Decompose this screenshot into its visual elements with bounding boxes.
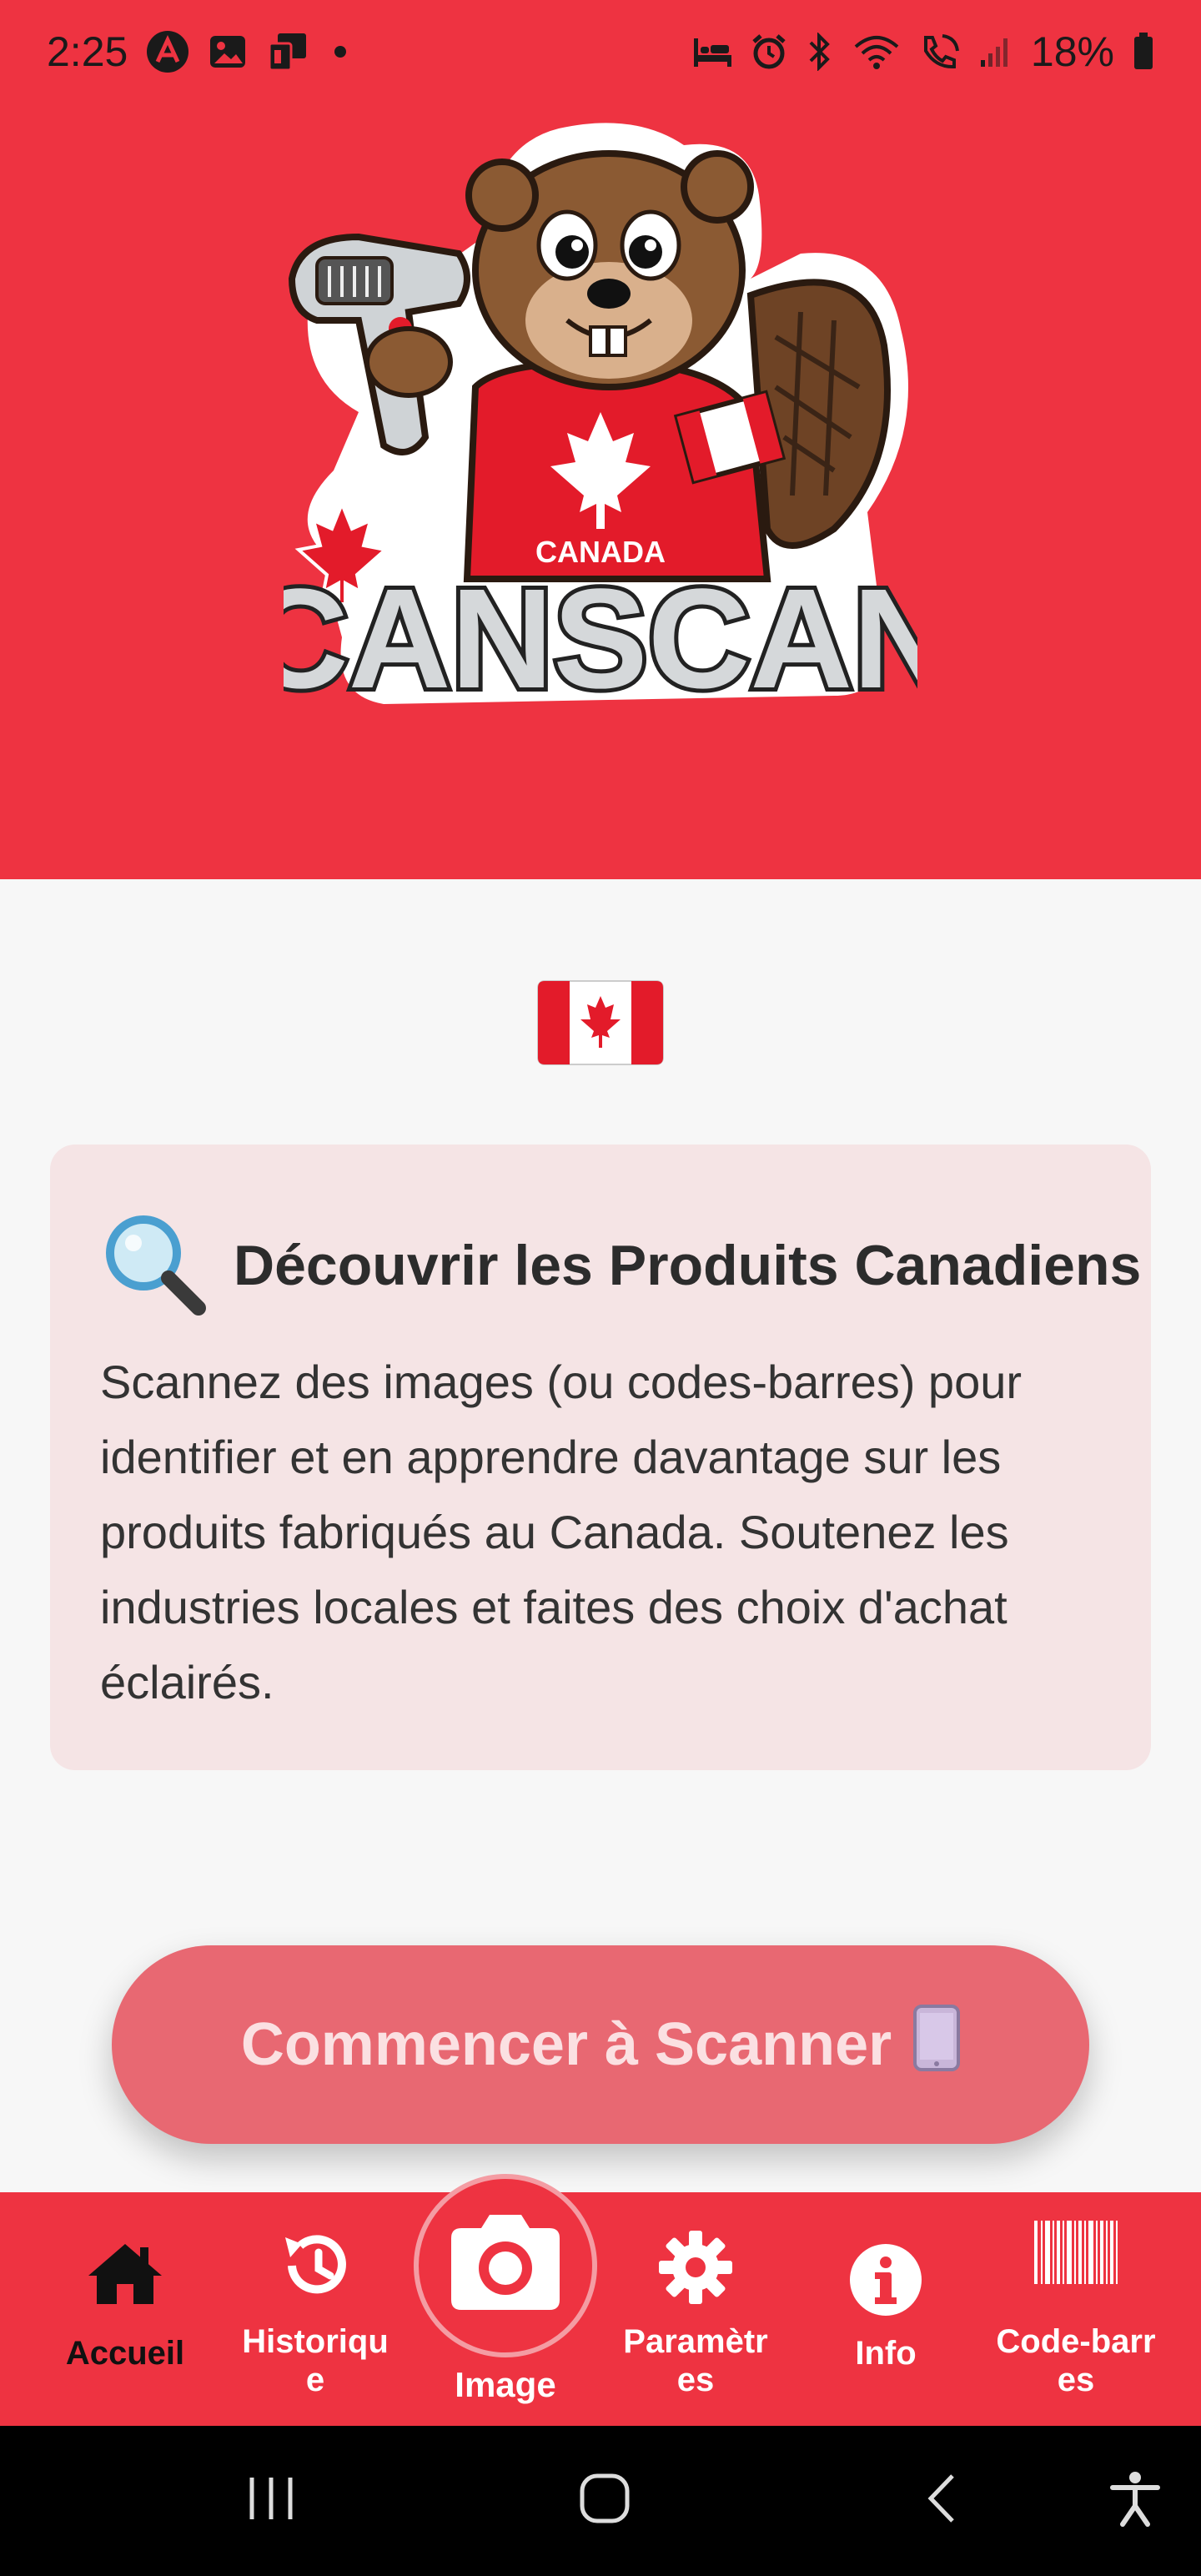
tab-label-historique-line2: e [305,2362,325,2398]
camera-icon [443,2210,568,2322]
start-scanning-label: Commencer à Scanner [240,2011,892,2078]
status-left: 2:25 [47,28,353,76]
tab-label-code-barres: Code-barr es [981,2322,1171,2399]
tab-accueil[interactable]: Accueil [30,2192,220,2426]
tab-label-parametres-line1: Paramètr [623,2323,768,2360]
logo-text: CANSCAN [284,560,917,718]
tab-label-historique: Historiqu e [220,2322,410,2399]
card-description: Scannez des images (ou codes-barres) pou… [100,1356,1023,1708]
tab-code-barres[interactable]: Code-barr es [981,2192,1171,2426]
tab-image[interactable]: Image [410,2174,600,2426]
info-card: Découvrir les Produits Canadiens Scannez… [50,1145,1151,1770]
battery-text: 18% [1030,28,1114,75]
status-right: 18% [692,28,1154,76]
canada-flag-icon [536,976,665,1069]
tab-label-image: Image [455,2365,556,2404]
bed-icon [692,35,732,68]
recent-apps-icon[interactable] [242,2469,300,2532]
tab-info[interactable]: Info [791,2192,981,2426]
battery-icon [1133,33,1154,71]
status-time: 2:25 [47,28,128,75]
tab-parametres[interactable]: Paramètr es [600,2192,791,2426]
magnifier-icon [100,1210,207,1321]
gallery-icon [208,32,248,72]
barcode-icon [1033,2219,1119,2294]
cast-icon [266,30,309,73]
tab-label-info: Info [855,2335,917,2372]
app-a-icon [146,30,189,73]
card-title-row: Découvrir les Produits Canadiens [100,1210,1141,1321]
camera-button[interactable] [414,2174,597,2357]
tab-label-parametres-line2: es [676,2362,715,2398]
history-icon [275,2226,355,2314]
home-icon [85,2241,165,2316]
canscan-logo: CANADA CANSCAN [242,112,959,796]
tab-label-code-barres-line2: es [1057,2362,1095,2398]
status-bar: 2:25 18% [0,0,1201,103]
system-navigation-bar [0,2426,1201,2576]
dot-icon [328,39,353,64]
tab-historique[interactable]: Historiqu e [220,2192,410,2426]
start-scanning-button[interactable]: Commencer à Scanner [112,1945,1089,2144]
accessibility-icon[interactable] [1106,2469,1164,2532]
bottom-tab-bar: Accueil Historiqu e Image Paramètr es In… [0,2174,1201,2426]
wifi-icon [852,33,901,70]
wifi-calling-icon [919,33,961,71]
gear-icon [657,2229,734,2314]
back-nav-icon[interactable] [914,2469,972,2532]
tab-label-parametres: Paramètr es [600,2322,791,2399]
tab-label-code-barres-line1: Code-barr [996,2323,1156,2360]
tab-label-accueil: Accueil [65,2335,185,2372]
card-title: Découvrir les Produits Canadiens [234,1233,1142,1297]
tab-label-historique-line1: Historiqu [242,2323,389,2360]
signal-icon [979,35,1013,68]
phone-icon [913,2004,961,2085]
alarm-icon [751,33,787,70]
info-icon [848,2242,923,2326]
bluetooth-icon [806,33,834,71]
app-screen: 2:25 18% CANADA CANSCAN Découvrir les Pr… [0,0,1201,2576]
header-banner: CANADA CANSCAN [0,103,1201,879]
home-nav-icon[interactable] [575,2469,634,2532]
